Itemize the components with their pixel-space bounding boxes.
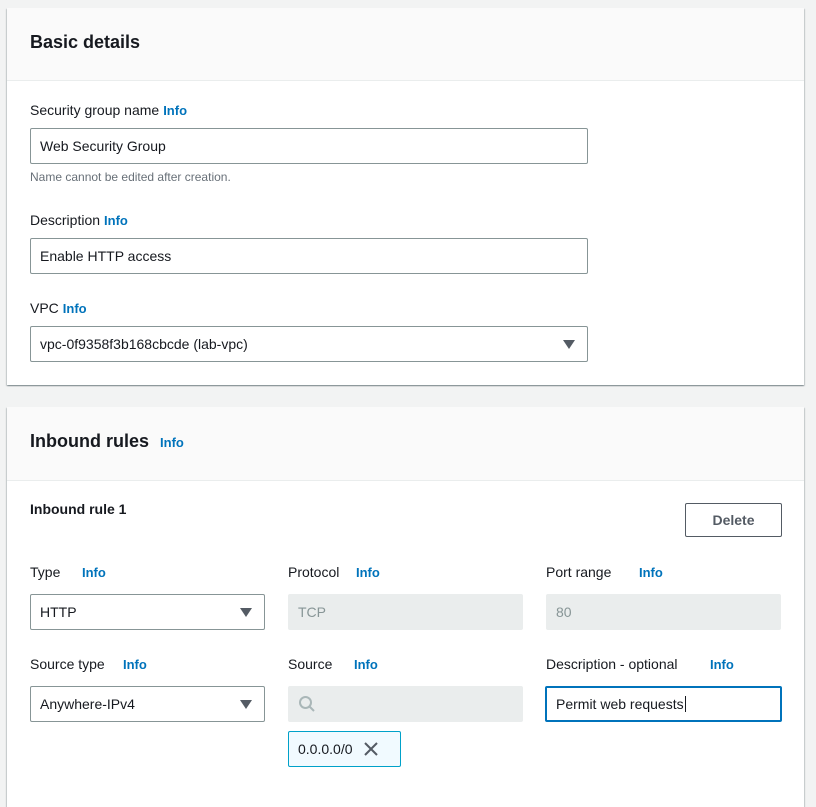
inbound-rules-info-link[interactable]: Info [160, 435, 184, 450]
rule-description-info-link[interactable]: Info [710, 657, 734, 672]
inbound-rules-title: Inbound rules Info [30, 431, 184, 452]
caret-down-icon [240, 700, 252, 709]
rule-description-label: Description - optional [546, 656, 678, 672]
vpc-select[interactable]: vpc-0f9358f3b168cbcde (lab-vpc) [30, 326, 588, 362]
port-range-value: 80 [556, 604, 572, 620]
source-label: Source [288, 656, 333, 672]
basic-details-header: Basic details [7, 8, 804, 81]
source-type-label: Source type [30, 656, 105, 672]
caret-down-icon [563, 340, 575, 349]
protocol-label: Protocol [288, 564, 340, 580]
delete-rule-button[interactable]: Delete [685, 503, 782, 537]
description-label: Description Info [30, 212, 128, 228]
type-info-link[interactable]: Info [82, 565, 106, 580]
basic-details-title: Basic details [30, 32, 141, 52]
inbound-rule-title: Inbound rule 1 [30, 501, 127, 517]
port-range-field: 80 [546, 594, 781, 630]
inbound-rules-header: Inbound rules Info [7, 407, 804, 481]
port-range-info-link[interactable]: Info [639, 565, 663, 580]
caret-down-icon [240, 608, 252, 617]
vpc-info-link[interactable]: Info [63, 301, 87, 316]
basic-details-panel: Basic details Security group name Info We… [7, 8, 804, 385]
source-search-field[interactable] [288, 686, 523, 722]
source-info-link[interactable]: Info [354, 657, 378, 672]
source-type-info-link[interactable]: Info [123, 657, 147, 672]
security-group-name-value: Web Security Group [40, 138, 166, 154]
search-icon [299, 696, 315, 712]
security-group-name-label-text: Security group name [30, 102, 160, 118]
protocol-value: TCP [298, 604, 326, 620]
source-token: 0.0.0.0/0 [288, 731, 401, 767]
type-value: HTTP [40, 604, 77, 620]
close-icon[interactable] [363, 741, 379, 757]
rule-description-value: Permit web requests [556, 696, 684, 712]
vpc-label-text: VPC [30, 300, 59, 316]
protocol-info-link[interactable]: Info [356, 565, 380, 580]
port-range-label: Port range [546, 564, 612, 580]
source-token-value: 0.0.0.0/0 [298, 741, 353, 757]
vpc-value: vpc-0f9358f3b168cbcde (lab-vpc) [40, 336, 248, 352]
rule-description-field[interactable]: Permit web requests [545, 686, 782, 722]
text-cursor [684, 696, 686, 712]
description-label-text: Description [30, 212, 101, 228]
type-label: Type [30, 564, 61, 580]
security-group-name-field[interactable]: Web Security Group [30, 128, 588, 164]
security-group-name-label: Security group name Info [30, 102, 187, 118]
source-type-select[interactable]: Anywhere-IPv4 [30, 686, 265, 722]
description-value: Enable HTTP access [40, 248, 172, 264]
security-group-name-hint: Name cannot be edited after creation. [30, 170, 231, 184]
inbound-rules-panel: Inbound rules Info Inbound rule 1 Delete… [7, 407, 804, 807]
vpc-label: VPC Info [30, 300, 87, 316]
type-select[interactable]: HTTP [30, 594, 265, 630]
protocol-field: TCP [288, 594, 523, 630]
source-type-value: Anywhere-IPv4 [40, 696, 135, 712]
security-group-name-info-link[interactable]: Info [163, 103, 187, 118]
description-info-link[interactable]: Info [104, 213, 128, 228]
description-field[interactable]: Enable HTTP access [30, 238, 588, 274]
inbound-rules-title-text: Inbound rules [30, 431, 149, 451]
